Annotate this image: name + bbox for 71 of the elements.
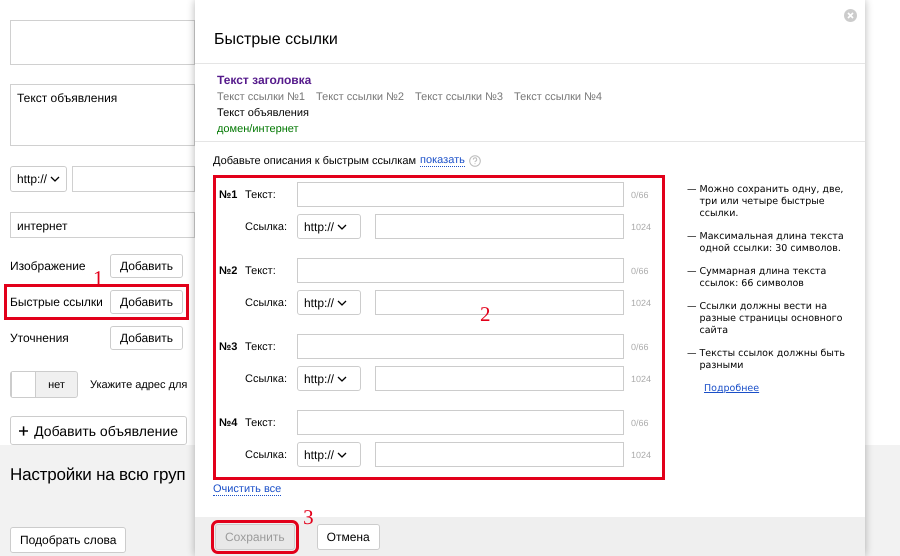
- annotation-number: 3: [303, 506, 314, 528]
- sitelink-text-field[interactable]: [297, 182, 624, 207]
- link-label: Ссылка:: [245, 296, 288, 308]
- preview-text: Текст объявления: [217, 107, 310, 119]
- add-button[interactable]: Добавить: [110, 326, 183, 350]
- note-text: — Ссылки должны вести на разные страницы основного сайта: [687, 301, 844, 337]
- length-limit: 1024: [631, 374, 652, 384]
- protocol-select[interactable]: http://: [297, 442, 361, 467]
- extension-label: Изображение: [10, 259, 86, 273]
- more-link[interactable]: Подробнее: [704, 383, 760, 395]
- sitelink-text-field[interactable]: [297, 410, 624, 435]
- clear-all-link[interactable]: Очистить все: [213, 483, 282, 496]
- length-limit: 1024: [631, 298, 652, 308]
- add-ad-button[interactable]: Добавить объявление: [10, 416, 187, 445]
- sitelink-text-field[interactable]: [297, 334, 624, 359]
- ad-text-field[interactable]: Текст объявления: [10, 84, 195, 146]
- sitelink-number: №2: [219, 264, 238, 276]
- sitelink-url-field[interactable]: [375, 366, 624, 391]
- hint-text: Укажите адрес для: [90, 378, 188, 390]
- char-counter: 0/66: [631, 418, 649, 428]
- sitelink-number: №1: [219, 188, 238, 200]
- text-label: Текст:: [245, 264, 277, 276]
- chevron-down-icon: [337, 224, 348, 230]
- cancel-button[interactable]: Отмена: [316, 524, 380, 550]
- chevron-down-icon: [337, 376, 348, 382]
- protocol-select[interactable]: http://: [297, 214, 361, 239]
- char-counter: 0/66: [631, 342, 649, 352]
- extension-label: Быстрые ссылки: [10, 295, 103, 309]
- sitelink-number: №3: [219, 340, 238, 352]
- plus-icon: [19, 424, 28, 436]
- section-heading: Настройки на всю груп: [10, 465, 186, 485]
- length-limit: 1024: [631, 450, 652, 460]
- path-field[interactable]: интернет: [10, 212, 195, 238]
- sitelink-url-field[interactable]: [375, 442, 624, 467]
- note-text: — Суммарная длина текста ссылок: 66 символов: [687, 266, 828, 290]
- add-button[interactable]: Добавить: [110, 290, 183, 314]
- note-text: — Максимальная длина текста одной ссылки: 30 символов.: [687, 231, 845, 255]
- sitelink-url-field[interactable]: [375, 214, 624, 239]
- char-counter: 0/66: [631, 190, 649, 200]
- text-label: Текст:: [245, 188, 277, 200]
- add-button[interactable]: Добавить: [110, 254, 183, 278]
- extension-label: Уточнения: [10, 331, 69, 345]
- note-text: — Тексты ссылок должны быть разными: [687, 348, 846, 372]
- show-link[interactable]: показать: [420, 154, 465, 167]
- note-text: — Можно сохранить одну, две, три или четыре быстрые ссылки.: [687, 184, 844, 220]
- preview-headline: Текст заголовка: [217, 73, 312, 87]
- close-icon[interactable]: [844, 9, 857, 22]
- help-icon[interactable]: [468, 154, 481, 166]
- protocol-select[interactable]: http://: [297, 366, 361, 391]
- url-field[interactable]: [72, 166, 195, 192]
- link-label: Ссылка:: [245, 372, 288, 384]
- chevron-down-icon: [50, 176, 60, 182]
- text-label: Текст:: [245, 340, 277, 352]
- sitelink-number: №4: [219, 416, 238, 428]
- char-counter: 0/66: [631, 266, 649, 276]
- link-label: Ссылка:: [245, 220, 288, 232]
- prompt-text: Добавьте описания к быстрым ссылкам: [213, 154, 416, 166]
- sitelink-text-field[interactable]: [297, 258, 624, 283]
- toggle-switch[interactable]: нет: [10, 371, 78, 398]
- preview-domain: домен/интернет: [217, 123, 300, 135]
- pick-words-button[interactable]: Подобрать слова: [10, 527, 126, 553]
- length-limit: 1024: [631, 222, 652, 232]
- annotation-number: 2: [480, 304, 490, 325]
- dialog-title: Быстрые ссылки: [214, 31, 338, 49]
- chevron-down-icon: [337, 452, 348, 458]
- text-label: Текст:: [245, 416, 277, 428]
- protocol-select[interactable]: http://: [297, 290, 361, 315]
- protocol-select[interactable]: http://: [10, 166, 68, 192]
- link-label: Ссылка:: [245, 448, 288, 460]
- chevron-down-icon: [337, 300, 348, 306]
- text-field[interactable]: [10, 20, 195, 65]
